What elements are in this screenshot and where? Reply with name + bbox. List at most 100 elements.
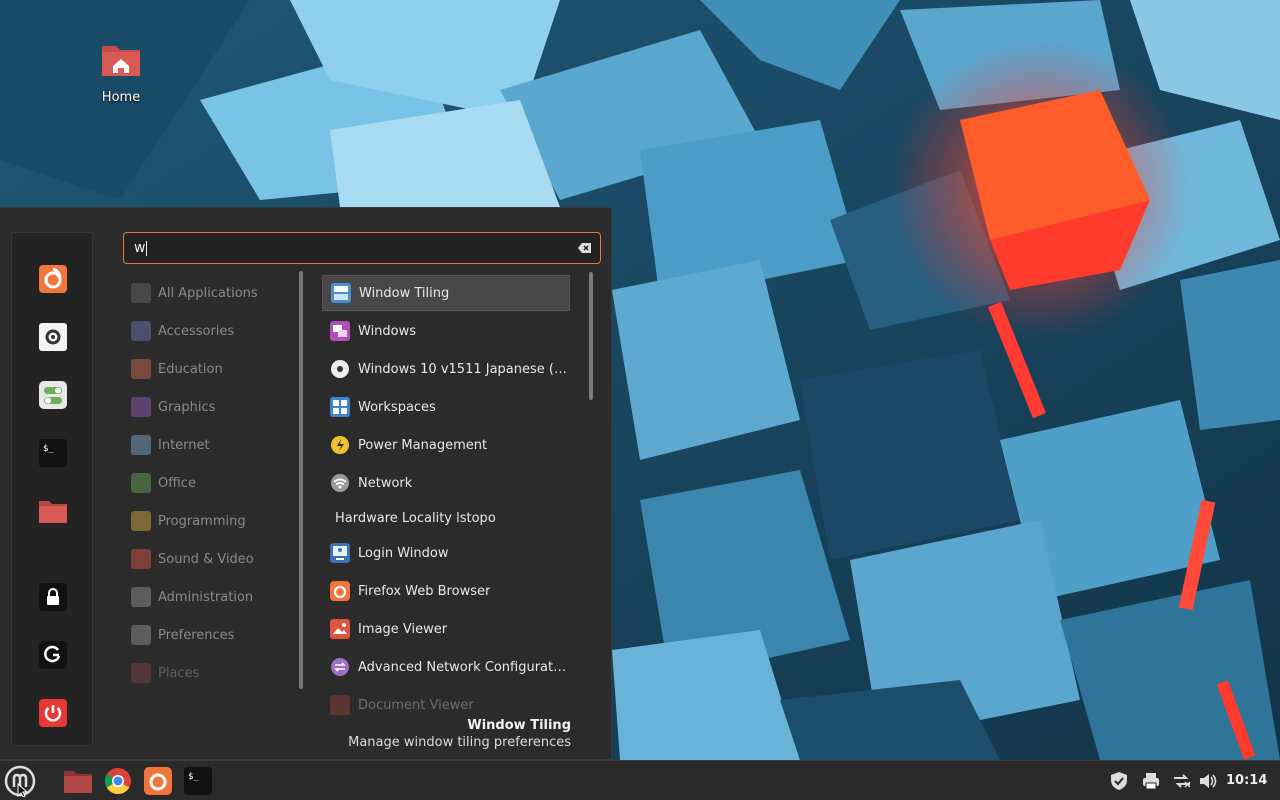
accessories-icon xyxy=(131,321,151,341)
category-label: Programming xyxy=(158,513,246,529)
app-advanced-network-configuration[interactable]: Advanced Network Configuration xyxy=(322,649,570,685)
description-subtitle: Manage window tiling preferences xyxy=(348,735,571,750)
app-label: Windows 10 v1511 Japanese (x... xyxy=(358,361,568,377)
firefox-icon xyxy=(144,767,172,795)
category-administration[interactable]: Administration xyxy=(131,584,253,610)
category-internet[interactable]: Internet xyxy=(131,432,210,458)
document-viewer-icon xyxy=(330,695,350,715)
taskbar: $_ 10:14 xyxy=(0,760,1280,800)
programming-icon xyxy=(131,511,151,531)
app-document-viewer[interactable]: Document Viewer xyxy=(322,687,570,720)
app-hardware-locality-lstopo[interactable]: Hardware Locality lstopo xyxy=(322,500,570,536)
favorite-terminal-button[interactable]: $_ xyxy=(36,436,70,470)
administration-icon xyxy=(131,587,151,607)
preferences-icon xyxy=(131,625,151,645)
network-config-icon xyxy=(331,658,349,676)
category-label: Preferences xyxy=(158,627,235,643)
folder-icon xyxy=(64,771,92,793)
desktop-home-icon[interactable]: Home xyxy=(88,40,154,105)
app-label: Network xyxy=(358,475,413,491)
terminal-launcher[interactable]: $_ xyxy=(182,765,214,797)
app-label: Window Tiling xyxy=(359,285,450,301)
sound-video-icon xyxy=(131,549,151,569)
favorite-firefox-button[interactable] xyxy=(36,262,70,296)
search-text: w xyxy=(134,240,146,256)
app-windows[interactable]: Windows xyxy=(322,313,570,349)
svg-text:$_: $_ xyxy=(188,772,199,782)
menu-button[interactable] xyxy=(4,765,36,797)
power-button[interactable] xyxy=(36,696,70,730)
image-viewer-icon xyxy=(330,619,350,639)
category-label: Education xyxy=(158,361,223,377)
files-launcher[interactable] xyxy=(62,765,94,797)
chrome-icon xyxy=(104,768,131,795)
logout-button[interactable] xyxy=(36,638,70,672)
chrome-launcher[interactable] xyxy=(102,765,134,797)
desktop-icon-label: Home xyxy=(101,90,141,105)
app-label: Hardware Locality lstopo xyxy=(335,510,496,526)
app-label: Advanced Network Configuration xyxy=(358,659,568,675)
category-label: Sound & Video xyxy=(158,551,254,567)
favorite-settings-button[interactable] xyxy=(36,320,70,354)
firefox-icon xyxy=(39,265,67,293)
category-office[interactable]: Office xyxy=(131,470,196,496)
app-label: Firefox Web Browser xyxy=(358,583,491,599)
volume-icon[interactable] xyxy=(1198,771,1218,791)
graphics-icon xyxy=(131,397,151,417)
app-firefox[interactable]: Firefox Web Browser xyxy=(322,573,570,609)
category-graphics[interactable]: Graphics xyxy=(131,394,215,420)
app-label: Power Management xyxy=(358,437,488,453)
favorite-toggle-settings-button[interactable] xyxy=(36,378,70,412)
category-label: Accessories xyxy=(158,323,235,339)
education-icon xyxy=(131,359,151,379)
internet-icon xyxy=(131,435,151,455)
home-folder-icon xyxy=(100,40,142,78)
window-tiling-icon xyxy=(331,283,351,303)
printer-icon[interactable] xyxy=(1141,771,1161,791)
logout-icon xyxy=(39,641,67,669)
category-scrollbar[interactable] xyxy=(299,271,303,689)
app-workspaces[interactable]: Workspaces xyxy=(322,389,570,425)
category-all-applications[interactable]: All Applications xyxy=(131,280,258,306)
app-label: Image Viewer xyxy=(358,621,448,637)
favorite-folder-button[interactable] xyxy=(36,494,70,528)
search-input[interactable]: w xyxy=(123,232,601,264)
login-window-icon xyxy=(330,543,350,563)
windows-icon xyxy=(330,321,350,341)
power-management-icon xyxy=(331,436,349,454)
category-programming[interactable]: Programming xyxy=(131,508,246,534)
network-icon xyxy=(331,474,349,492)
firefox-launcher[interactable] xyxy=(142,765,174,797)
category-label: Places xyxy=(158,665,200,681)
grid-icon xyxy=(131,283,151,303)
app-windows-10-japanese[interactable]: Windows 10 v1511 Japanese (x... xyxy=(322,351,570,387)
category-places[interactable]: Places xyxy=(131,660,199,686)
app-window-tiling[interactable]: Window Tiling xyxy=(322,275,570,311)
category-label: Administration xyxy=(158,589,254,605)
power-icon xyxy=(39,699,67,727)
lock-screen-button[interactable] xyxy=(36,580,70,614)
app-login-window[interactable]: Login Window xyxy=(322,535,570,571)
category-preferences[interactable]: Preferences xyxy=(131,622,234,648)
application-menu: $_ w All Applications Accessories Educat… xyxy=(0,207,612,760)
category-education[interactable]: Education xyxy=(131,356,223,382)
network-tray-icon[interactable] xyxy=(1172,771,1192,791)
category-label: Office xyxy=(158,475,196,491)
app-description: Window Tiling Manage window tiling prefe… xyxy=(348,718,571,750)
category-accessories[interactable]: Accessories xyxy=(131,318,234,344)
workspaces-icon xyxy=(330,397,350,417)
shield-icon[interactable] xyxy=(1109,771,1129,791)
clock[interactable]: 10:14 xyxy=(1226,773,1267,788)
app-label: Document Viewer xyxy=(358,697,474,713)
firefox-icon xyxy=(330,581,350,601)
category-sound-video[interactable]: Sound & Video xyxy=(131,546,254,572)
app-power-management[interactable]: Power Management xyxy=(322,427,570,463)
app-network[interactable]: Network xyxy=(322,465,570,501)
results-scrollbar[interactable] xyxy=(589,272,593,400)
terminal-icon: $_ xyxy=(39,439,67,467)
clear-search-icon[interactable] xyxy=(578,241,592,255)
app-label: Login Window xyxy=(358,545,449,561)
app-image-viewer[interactable]: Image Viewer xyxy=(322,611,570,647)
text-caret xyxy=(146,240,148,256)
category-label: Graphics xyxy=(158,399,216,415)
